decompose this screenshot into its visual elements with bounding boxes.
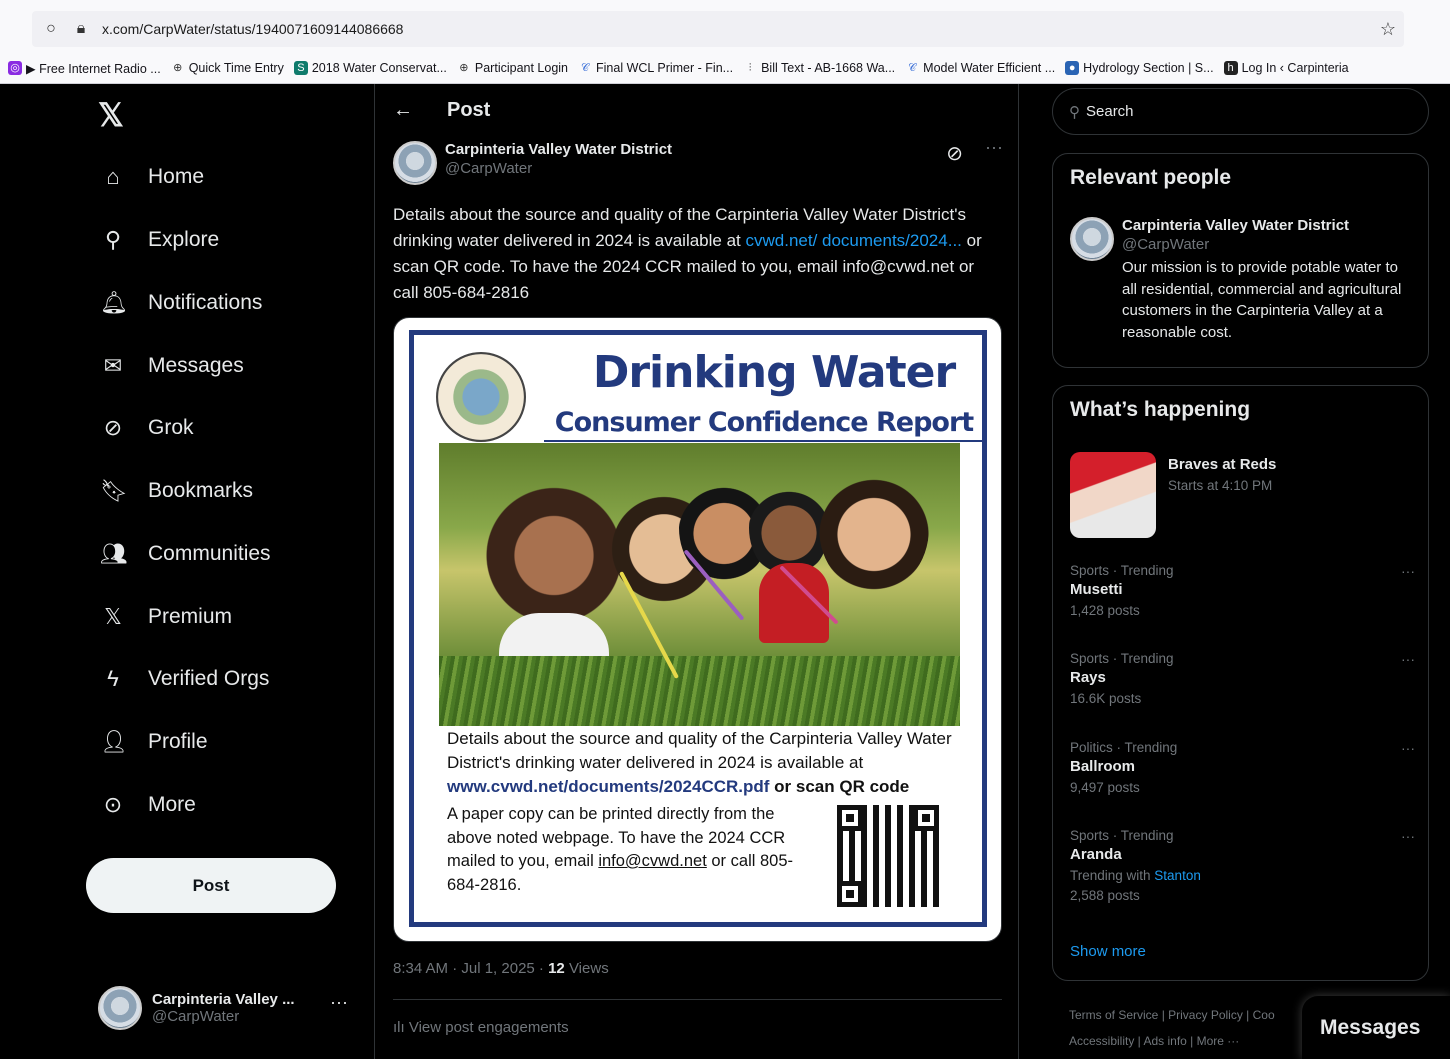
search-icon: ⚲ [1069,103,1080,121]
qr-code-icon [837,805,939,907]
trend-item[interactable]: Politics · Trending Ballroom 9,497 posts… [1070,740,1415,795]
more-circle-icon: ⊙ [103,792,123,817]
search-input[interactable]: ⚲ Search [1052,88,1429,135]
bookmark-item[interactable]: 𝒞 Model Water Efficient ... [905,61,1055,75]
whats-happening-panel: What’s happening Braves at Reds Starts a… [1052,385,1429,981]
more-dots-icon[interactable]: ··· [330,992,348,1013]
bookmark-item[interactable]: S 2018 Water Conservat... [293,61,447,75]
tweet-timestamp: 8:34 AM · Jul 1, 2025 · 12 Views [393,960,609,977]
tweet-author: Carpinteria Valley Water District @CarpW… [393,137,1003,187]
bookmarks-bar: ◎ ▶ Free Internet Radio ... ⊕ Quick Time E… [8,56,1450,80]
main-column: ← Post Carpinteria Valley Water District… [374,84,1019,1059]
url-text[interactable]: x.com/CarpWater/status/19400716091440866… [102,21,403,37]
grok-icon: ⊘ [103,415,123,440]
flyer-mail-info: A paper copy can be printed directly fro… [447,805,794,894]
nav-grok[interactable]: ⊘ Grok [100,403,194,453]
browser-toolbar: ○ 🔒︎ x.com/CarpWater/status/194007160914… [0,0,1450,84]
nav-communities[interactable]: 👥︎ Communities [100,529,271,579]
nav-profile[interactable]: 👤︎ Profile [100,717,208,767]
view-engagements-link[interactable]: ılı View post engagements [393,1019,569,1036]
lightning-icon: ϟ [107,666,119,691]
nav-home[interactable]: ⌂ Home [100,152,204,202]
grok-icon[interactable]: ⊘ [946,141,963,166]
divider [393,999,1002,1000]
bookmark-item[interactable]: ⊕ Quick Time Entry [171,61,284,75]
more-dots-icon[interactable]: ··· [985,137,1003,158]
bookmark-item[interactable]: h Log In ‹ Carpinteria [1223,61,1349,75]
address-bar[interactable]: ○ 🔒︎ x.com/CarpWater/status/194007160914… [32,11,1404,47]
children-photo [439,443,960,726]
trend-item[interactable]: Sports · Trending Aranda Trending with S… [1070,828,1415,903]
bookmark-item[interactable]: ◎ ▶ Free Internet Radio ... [8,61,161,76]
back-arrow-icon[interactable]: ← [393,99,413,122]
x-app: 𝕏 ⌂ Home ⚲ Explore 🔔︎ Notifications ✉ Messag… [0,84,1450,1059]
flyer-description: Details about the source and quality of … [447,729,952,796]
nav-premium[interactable]: 𝕏 Premium [100,592,232,642]
nav-bookmarks[interactable]: 🔖︎ Bookmarks [100,466,253,516]
people-icon: 👥︎ [100,541,128,566]
footer-links[interactable]: Terms of Service | Privacy Policy | Coo … [1069,1002,1319,1054]
envelope-icon: ✉ [103,353,123,378]
bookmark-star-icon[interactable]: ☆ [1380,19,1396,40]
trend-link[interactable]: Stanton [1154,868,1201,883]
right-sidebar: ⚲ Search Relevant people Carpinteria Val… [1052,84,1430,1059]
nav-more[interactable]: ⊙ More [100,780,196,830]
author-name[interactable]: Carpinteria Valley Water District [445,141,672,158]
flyer-link: www.cvwd.net/documents/2024CCR.pdf [447,777,770,796]
tweet-image[interactable]: Drinking Water Consumer Confidence Repor… [393,317,1002,942]
search-icon: ⚲ [104,227,122,252]
district-seal-icon [436,352,526,442]
more-dots-icon[interactable]: ··· [1401,651,1415,667]
nav-notifications[interactable]: 🔔︎ Notifications [100,278,262,328]
tweet-text: Details about the source and quality of … [393,205,982,302]
avatar[interactable] [393,141,437,185]
ccr-flyer: Drinking Water Consumer Confidence Repor… [409,330,987,927]
tweet-link[interactable]: cvwd.net/ documents/2024... [745,231,961,250]
avatar [98,986,142,1030]
flyer-subtitle: Consumer Confidence Report [544,407,984,442]
show-more-link[interactable]: Show more [1070,943,1146,960]
more-dots-icon[interactable]: ··· [1401,740,1415,756]
page-title: Post [447,99,491,121]
author-handle[interactable]: @CarpWater [445,160,672,177]
relevant-person[interactable]: Carpinteria Valley Water District @CarpW… [1070,217,1415,343]
post-header: ← Post [375,84,1018,137]
post-button[interactable]: Post [86,858,336,913]
more-dots-icon[interactable]: ··· [1401,563,1415,579]
trend-item[interactable]: Sports · Trending Rays 16.6K posts ··· [1070,651,1415,706]
avatar[interactable] [1070,217,1114,261]
flyer-title: Drinking Water [592,347,956,398]
panel-title: What’s happening [1070,398,1251,421]
relevant-people-panel: Relevant people Carpinteria Valley Water… [1052,153,1429,368]
nav-verified-orgs[interactable]: ϟ Verified Orgs [100,654,269,704]
x-premium-icon: 𝕏 [104,604,122,629]
bookmark-item[interactable]: ● Hydrology Section | S... [1065,61,1214,75]
bookmark-item[interactable]: ⫶ Bill Text - AB-1668 Wa... [743,61,895,75]
bar-chart-icon: ılı [393,1019,409,1036]
bell-icon: 🔔︎ [100,290,128,315]
account-handle: @CarpWater [152,1008,240,1025]
shield-icon[interactable]: ○ [40,20,62,38]
person-icon: 👤︎ [100,729,128,754]
nav-explore[interactable]: ⚲ Explore [100,215,219,265]
lock-icon[interactable]: 🔒︎ [70,20,92,38]
home-icon: ⌂ [106,164,120,189]
messages-drawer[interactable]: Messages [1302,996,1450,1059]
trend-item[interactable]: Sports · Trending Musetti 1,428 posts ··… [1070,563,1415,618]
panel-title: Relevant people [1070,166,1232,189]
more-dots-icon[interactable]: ··· [1401,828,1415,844]
bookmark-icon: 🔖︎ [100,478,128,503]
bookmark-item[interactable]: 𝒞 Final WCL Primer - Fin... [578,61,733,75]
account-name: Carpinteria Valley ... [152,991,295,1008]
event-thumbnail [1070,452,1156,538]
nav-messages[interactable]: ✉ Messages [100,341,244,391]
bookmark-item[interactable]: ⊕ Participant Login [457,61,568,75]
account-switcher[interactable]: Carpinteria Valley ... @CarpWater ··· [98,980,358,1036]
left-nav: 𝕏 ⌂ Home ⚲ Explore 🔔︎ Notifications ✉ Messag… [86,84,366,1059]
x-logo-icon[interactable]: 𝕏 [98,96,124,134]
event-item[interactable]: Braves at Reds Starts at 4:10 PM [1070,452,1415,538]
